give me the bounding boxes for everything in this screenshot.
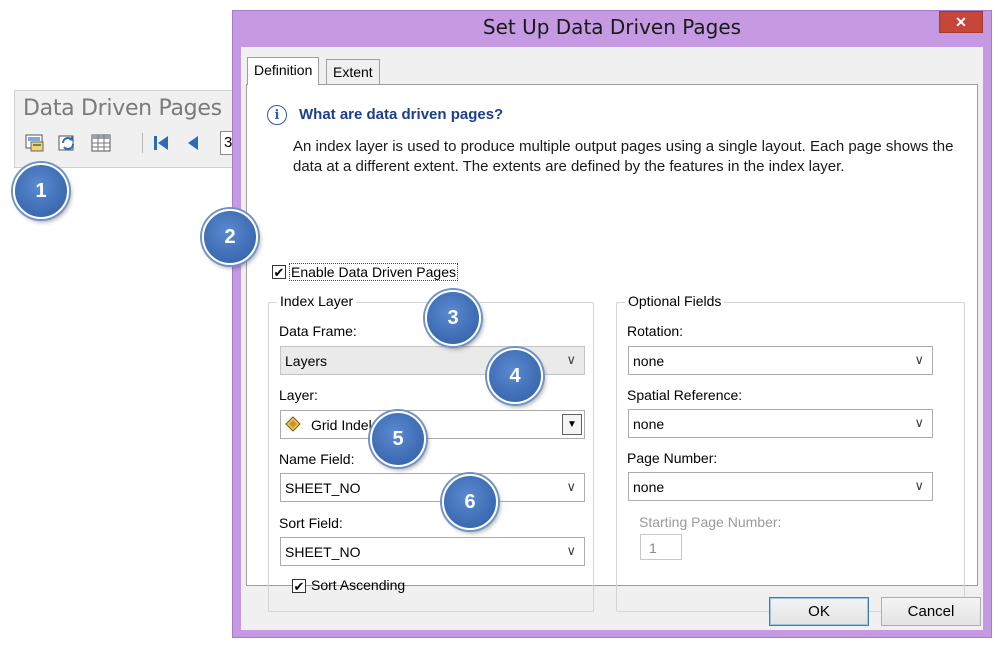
name-field-value: SHEET_NO xyxy=(285,480,361,496)
name-field-label: Name Field: xyxy=(279,451,355,467)
spatial-reference-value: none xyxy=(633,416,665,432)
close-button[interactable]: ✕ xyxy=(939,11,983,33)
title-bar[interactable]: Set Up Data Driven Pages ✕ xyxy=(233,11,991,47)
chevron-down-icon: ∨ xyxy=(914,352,924,367)
dialog-client-area: Definition Extent i What are data driven… xyxy=(241,47,983,630)
enable-data-driven-pages-label[interactable]: Enable Data Driven Pages xyxy=(289,263,458,281)
callout-6: 6 xyxy=(442,474,498,530)
chevron-down-icon: ∨ xyxy=(566,352,576,367)
dropdown-arrow-icon[interactable]: ▼ xyxy=(562,414,582,435)
first-page-icon[interactable] xyxy=(149,131,173,155)
callout-3: 3 xyxy=(425,290,481,346)
layer-label: Layer: xyxy=(279,387,318,403)
info-heading: What are data driven pages? xyxy=(299,106,504,123)
spatial-reference-select[interactable]: none ∨ xyxy=(628,409,933,438)
index-layer-title: Index Layer xyxy=(277,293,357,309)
starting-page-number-label: Starting Page Number: xyxy=(639,514,782,530)
data-frame-label: Data Frame: xyxy=(279,323,357,339)
starting-page-number-input: 1 xyxy=(640,534,682,560)
previous-page-icon[interactable] xyxy=(181,131,205,155)
info-description: An index layer is used to produce multip… xyxy=(293,138,954,175)
cancel-button[interactable]: Cancel xyxy=(881,597,981,626)
info-icon: i xyxy=(267,105,287,125)
sort-ascending-checkbox[interactable]: ✔ xyxy=(292,579,306,593)
page-number-label: Page Number: xyxy=(627,450,718,466)
refresh-icon[interactable] xyxy=(56,131,80,155)
layer-select[interactable]: Grid Indeks ▼ xyxy=(280,410,585,439)
optional-fields-title: Optional Fields xyxy=(625,293,725,309)
toolbar-title: Data Driven Pages xyxy=(23,96,222,121)
tab-definition[interactable]: Definition xyxy=(247,57,320,85)
page-number-value: none xyxy=(633,479,665,495)
sort-field-value: SHEET_NO xyxy=(285,544,361,560)
callout-2: 2 xyxy=(202,209,258,265)
checkmark-icon: ✔ xyxy=(273,264,285,280)
tab-extent[interactable]: Extent xyxy=(326,59,380,85)
toolbar-separator xyxy=(142,133,143,153)
chevron-down-icon: ∨ xyxy=(914,415,924,430)
callout-5: 5 xyxy=(370,411,426,467)
ok-button[interactable]: OK xyxy=(769,597,869,626)
chevron-down-icon: ∨ xyxy=(566,479,576,494)
optional-fields-group: Optional Fields Rotation: none ∨ Spatial… xyxy=(616,293,965,612)
rotation-select[interactable]: none ∨ xyxy=(628,346,933,375)
callout-1: 1 xyxy=(13,163,69,219)
dialog-title: Set Up Data Driven Pages xyxy=(482,15,742,39)
sort-ascending-label[interactable]: Sort Ascending xyxy=(311,577,405,593)
attribute-table-icon[interactable] xyxy=(89,131,113,155)
rotation-value: none xyxy=(633,353,665,369)
name-field-select[interactable]: SHEET_NO ∨ xyxy=(280,473,585,502)
polygon-layer-icon xyxy=(285,416,301,432)
setup-data-driven-pages-dialog: Set Up Data Driven Pages ✕ Definition Ex… xyxy=(232,10,992,638)
index-layer-group: Index Layer Data Frame: Layers ∨ Layer: … xyxy=(268,293,594,612)
data-frame-value: Layers xyxy=(285,353,328,369)
chevron-down-icon: ∨ xyxy=(566,543,576,558)
checkmark-icon: ✔ xyxy=(293,578,305,594)
sort-field-label: Sort Field: xyxy=(279,515,343,531)
definition-panel: i What are data driven pages? An index l… xyxy=(246,84,978,612)
close-icon: ✕ xyxy=(955,13,967,30)
sort-field-select[interactable]: SHEET_NO ∨ xyxy=(280,537,585,566)
data-driven-pages-toolbar: Data Driven Pages xyxy=(14,90,254,168)
chevron-down-icon: ∨ xyxy=(914,478,924,493)
page-number-select[interactable]: none ∨ xyxy=(628,472,933,501)
rotation-label: Rotation: xyxy=(627,323,684,339)
enable-data-driven-pages-checkbox[interactable]: ✔ xyxy=(272,265,286,279)
callout-4: 4 xyxy=(487,348,543,404)
spatial-reference-label: Spatial Reference: xyxy=(627,387,743,403)
setup-icon[interactable] xyxy=(23,131,47,155)
